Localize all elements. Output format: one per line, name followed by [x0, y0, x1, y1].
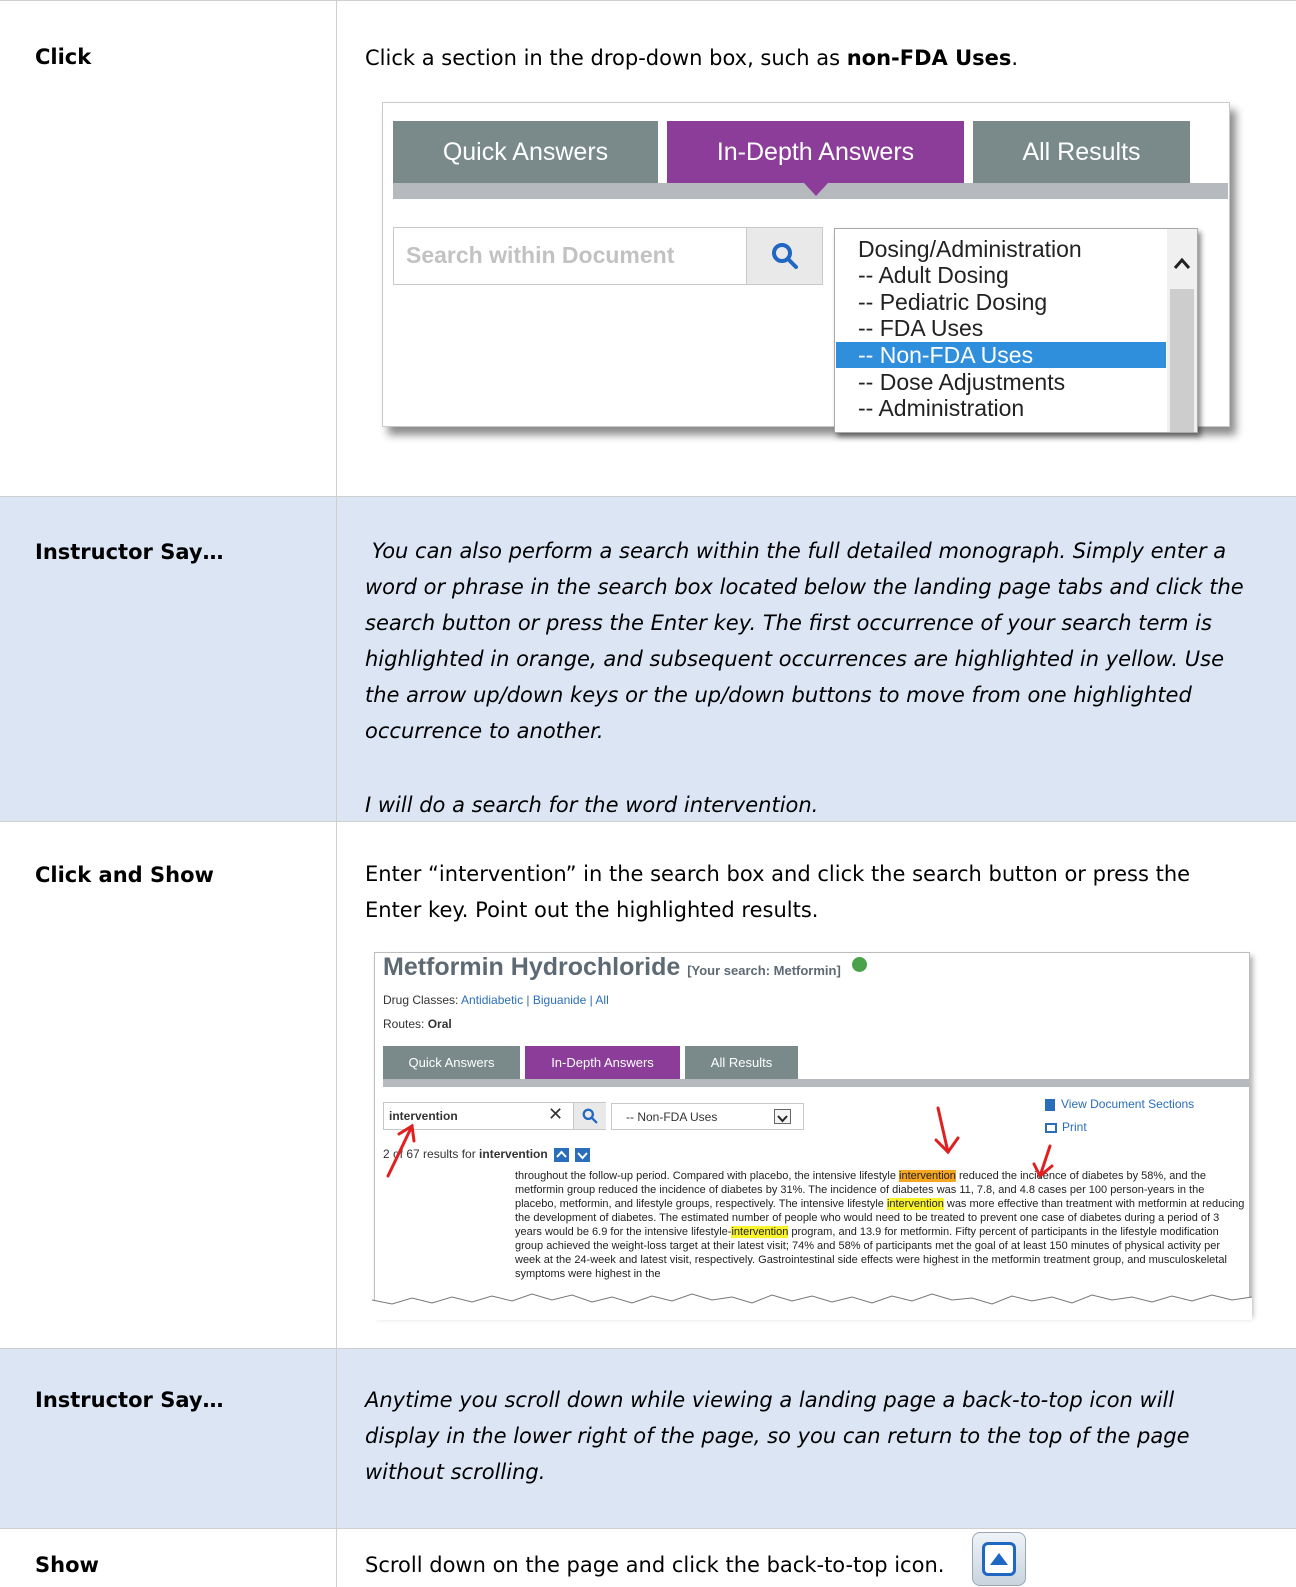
scrollbar-thumb[interactable] — [1170, 289, 1194, 432]
dropdown-option[interactable]: -- Dose Adjustments — [836, 369, 1166, 395]
row-label: Click and Show — [35, 863, 214, 887]
row-text: Scroll down on the page and click the ba… — [365, 1553, 945, 1577]
row-text: Click a section in the drop-down box, su… — [365, 40, 1265, 76]
text-bold: non-FDA Uses — [846, 46, 1012, 70]
text-before: Click a section in the drop-down box, su… — [365, 46, 847, 70]
dropdown-option[interactable]: Dosing/Administration — [836, 236, 1166, 262]
dropdown-option[interactable]: -- Pediatric Dosing — [836, 289, 1166, 315]
instructor-paragraph: You can also perform a search within the… — [365, 539, 1251, 743]
screenshot-dropdown: Quick Answers In-Depth Answers All Resul… — [382, 102, 1252, 437]
row-label: Instructor Say… — [35, 540, 224, 564]
search-placeholder: Search within Document — [406, 242, 675, 268]
column-divider — [336, 0, 337, 1587]
dropdown-option[interactable]: -- Adult Dosing — [836, 262, 1166, 288]
dropdown-option-selected[interactable]: -- Non-FDA Uses — [836, 342, 1166, 368]
back-to-top-icon[interactable] — [972, 1532, 1026, 1586]
instructor-paragraph: Anytime you scroll down while viewing a … — [365, 1388, 1190, 1484]
row-label: Show — [35, 1553, 99, 1577]
search-button[interactable] — [746, 228, 822, 284]
section-dropdown-list[interactable]: Dosing/Administration -- Adult Dosing --… — [834, 228, 1198, 433]
chevron-up-icon[interactable] — [1167, 249, 1197, 279]
search-icon — [771, 243, 798, 269]
dropdown-option[interactable]: -- Administration — [836, 395, 1166, 421]
row-text: Enter “intervention” in the search box a… — [365, 862, 1191, 922]
search-within-document-input[interactable]: Search within Document — [393, 227, 823, 285]
screenshot-monograph-search: Metformin Hydrochloride [Your search: Me… — [372, 950, 1252, 1320]
active-tab-pointer — [804, 183, 828, 196]
text-after: . — [1011, 46, 1019, 70]
row-label: Instructor Say… — [35, 1388, 224, 1412]
tab-in-depth-answers[interactable]: In-Depth Answers — [667, 121, 964, 183]
back-to-top-frame — [982, 1542, 1016, 1576]
annotation-arrows — [386, 1106, 1054, 1179]
instructor-paragraph: I will do a search for the word interven… — [365, 793, 819, 817]
triangle-up-icon — [990, 1553, 1008, 1565]
tab-all-results[interactable]: All Results — [973, 121, 1190, 183]
tab-quick-answers[interactable]: Quick Answers — [393, 121, 658, 183]
row-label: Click — [35, 45, 92, 69]
dropdown-scrollbar[interactable] — [1167, 229, 1197, 432]
dropdown-option[interactable]: -- FDA Uses — [836, 315, 1166, 341]
